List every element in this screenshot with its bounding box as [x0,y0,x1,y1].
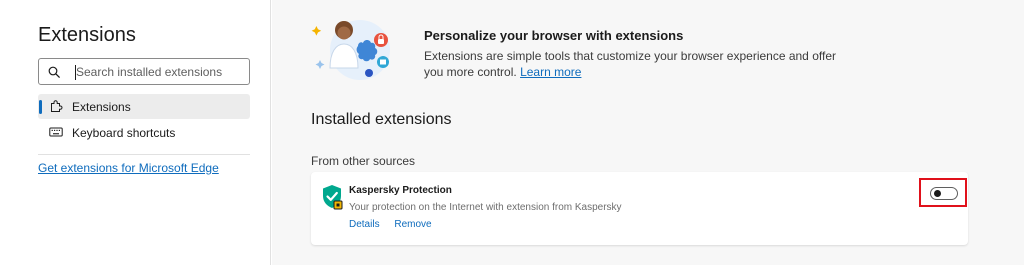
remove-link[interactable]: Remove [394,219,431,230]
extension-description: Your protection on the Internet with ext… [349,202,622,213]
search-input[interactable] [76,60,246,83]
sidebar-item-extensions[interactable]: Extensions [38,94,250,119]
active-indicator [39,100,42,114]
sidebar-item-keyboard-shortcuts[interactable]: Keyboard shortcuts [38,120,250,145]
kaspersky-shield-icon [323,185,343,210]
keyboard-icon [49,127,63,137]
sidebar-item-label: Extensions [72,100,131,114]
learn-more-link[interactable]: Learn more [520,65,581,79]
extension-card-kaspersky: Kaspersky Protection Your protection on … [311,172,968,245]
sidebar-divider [38,154,250,155]
from-other-sources-heading: From other sources [311,154,416,168]
puzzle-icon [51,100,63,112]
sidebar-title: Extensions [38,24,136,46]
extension-name: Kaspersky Protection [349,185,452,196]
banner-description: Extensions are simple tools that customi… [424,48,844,80]
toggle-highlight-box [919,178,967,207]
banner-description-text: Extensions are simple tools that customi… [424,49,836,79]
main-content: Personalize your browser with extensions… [272,0,1024,265]
details-link[interactable]: Details [349,219,380,230]
installed-extensions-heading: Installed extensions [311,111,452,128]
sidebar: Extensions Extensions Keyboard shortcuts… [0,0,271,265]
extension-actions: Details Remove [349,219,444,230]
search-box[interactable] [38,58,250,85]
extensions-illustration [311,20,390,80]
get-extensions-link[interactable]: Get extensions for Microsoft Edge [38,161,219,175]
toggle-knob [934,190,941,197]
banner-title: Personalize your browser with extensions [424,28,684,43]
search-icon [48,66,60,78]
sidebar-item-label: Keyboard shortcuts [72,126,176,140]
extension-enable-toggle[interactable] [930,187,958,200]
